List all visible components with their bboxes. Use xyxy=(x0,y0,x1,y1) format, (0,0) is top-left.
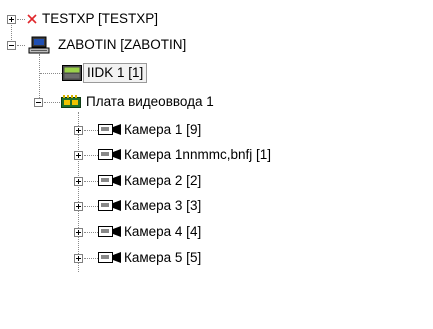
camera-icon xyxy=(98,225,122,242)
expand-toggle[interactable] xyxy=(7,15,16,24)
camera-icon xyxy=(98,174,122,191)
camera-icon xyxy=(98,123,122,140)
node-label: ZABOTIN [ZABOTIN] xyxy=(58,37,187,52)
tree-connector xyxy=(84,232,98,233)
tree-connector xyxy=(84,130,98,131)
node-label: TESTXP [TESTXP] xyxy=(42,11,159,26)
camera-icon xyxy=(98,251,122,268)
tree-node-camera-3[interactable]: Камера 3 [3] xyxy=(74,196,294,216)
expand-toggle[interactable] xyxy=(74,177,83,186)
expand-toggle[interactable] xyxy=(74,202,83,211)
tree-node-camera-1[interactable]: Камера 1 [9] xyxy=(74,120,294,140)
node-label: Камера 2 [2] xyxy=(124,173,202,188)
tree-connector xyxy=(17,19,25,20)
computer-icon xyxy=(28,36,50,57)
camera-icon xyxy=(98,199,122,216)
tree-connector xyxy=(40,73,62,74)
tree-connector xyxy=(84,181,98,182)
video-capture-board-icon xyxy=(61,94,81,113)
tree-connector xyxy=(44,102,60,103)
tree-connector xyxy=(84,155,98,156)
node-label: Камера 3 [3] xyxy=(124,198,202,213)
tree-node-camera-4[interactable]: Камера 4 [4] xyxy=(74,222,294,242)
node-label: Камера 1 [9] xyxy=(124,122,202,137)
tree-node-testxp[interactable]: TESTXP [TESTXP] xyxy=(4,9,224,29)
tree-connector xyxy=(84,258,98,259)
expand-toggle[interactable] xyxy=(74,126,83,135)
tree-node-iidk[interactable]: IIDK 1 [1] xyxy=(40,63,200,83)
device-tree[interactable]: TESTXP [TESTXP] ZABOTIN [ZABOTIN] IIDK 1… xyxy=(0,0,433,329)
expand-toggle[interactable] xyxy=(74,254,83,263)
node-label: Камера 4 [4] xyxy=(124,224,202,239)
tree-node-zabotin[interactable]: ZABOTIN [ZABOTIN] xyxy=(4,35,244,55)
tree-node-camera-2[interactable]: Камера 2 [2] xyxy=(74,171,294,191)
collapse-toggle[interactable] xyxy=(7,41,16,50)
node-label: Камера 5 [5] xyxy=(124,250,202,265)
node-label: Камера 1nnmmc,bnfj [1] xyxy=(124,147,271,162)
expand-toggle[interactable] xyxy=(74,151,83,160)
red-x-icon xyxy=(25,12,39,29)
expand-toggle[interactable] xyxy=(74,228,83,237)
tree-node-video-board[interactable]: Плата видеоввода 1 xyxy=(34,92,294,112)
tree-node-camera-1nnmmc[interactable]: Камера 1nnmmc,bnfj [1] xyxy=(74,145,334,165)
camera-icon xyxy=(98,148,122,165)
node-label: Плата видеоввода 1 xyxy=(86,94,214,109)
tree-node-camera-5[interactable]: Камера 5 [5] xyxy=(74,248,294,268)
tree-connector xyxy=(84,206,98,207)
node-label: IIDK 1 [1] xyxy=(83,63,148,83)
iidk-module-icon xyxy=(62,65,82,84)
collapse-toggle[interactable] xyxy=(34,98,43,107)
tree-connector xyxy=(17,45,25,46)
